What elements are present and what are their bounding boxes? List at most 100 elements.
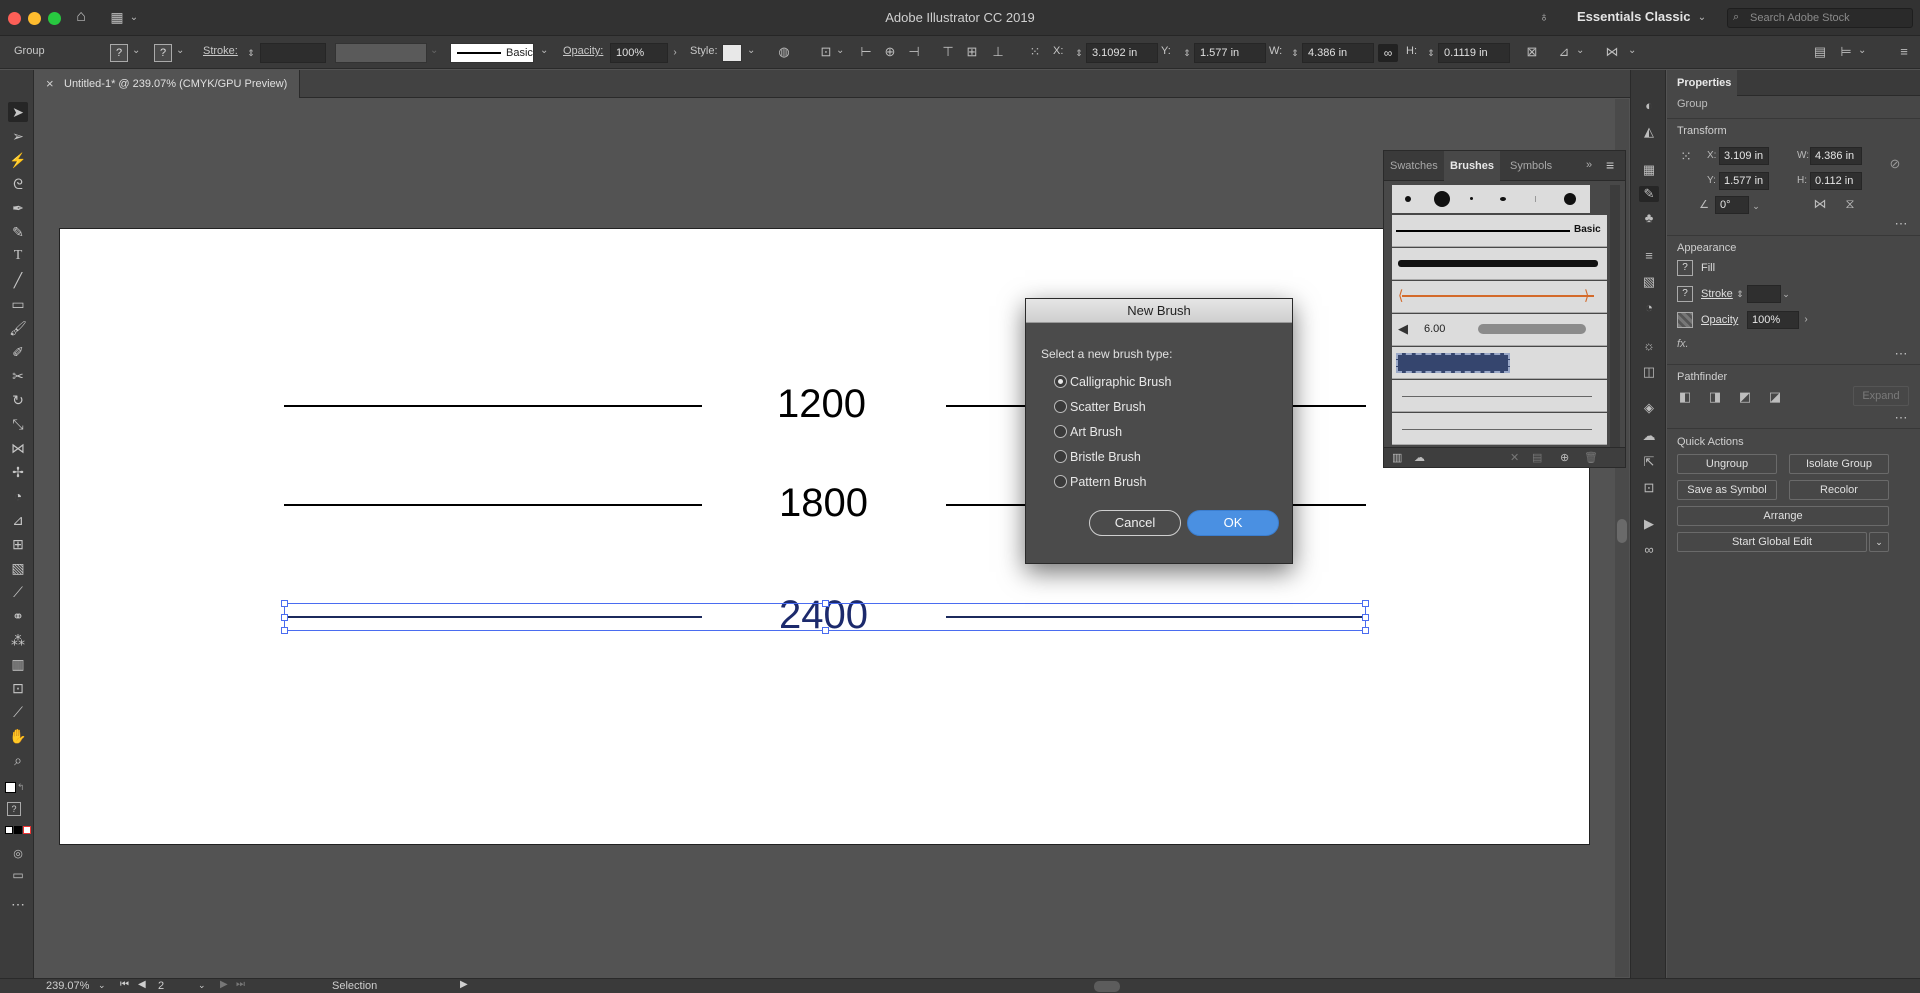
opacity-label[interactable]: Opacity: bbox=[563, 45, 603, 57]
shape-builder-icon[interactable]: ⊿ bbox=[1556, 44, 1572, 60]
brush-swatch[interactable] bbox=[1470, 197, 1473, 200]
color-mode-icon[interactable] bbox=[5, 826, 13, 834]
pattern-brush-option[interactable]: Pattern Brush bbox=[1026, 472, 1294, 494]
brush-swatch[interactable] bbox=[1564, 193, 1576, 205]
opacity-field[interactable]: 100% bbox=[610, 43, 668, 63]
eyedropper-tool-icon[interactable]: ⟋ bbox=[8, 582, 28, 602]
edit-toolbar-icon[interactable]: ⋯ bbox=[8, 894, 28, 914]
start-global-edit-button[interactable]: Start Global Edit bbox=[1677, 532, 1867, 552]
charcoal-brush-row[interactable] bbox=[1392, 248, 1607, 280]
chevron-down-icon[interactable]: ⌄ bbox=[176, 45, 184, 56]
scissors-tool-icon[interactable]: ✂ bbox=[8, 366, 28, 386]
arrange-documents-icon[interactable]: ▤ bbox=[1812, 44, 1828, 60]
minus-front-icon[interactable]: ◨ bbox=[1707, 389, 1723, 405]
brush-swatch[interactable] bbox=[1434, 191, 1450, 207]
search-box[interactable]: ⌕ Search Adobe Stock bbox=[1727, 8, 1913, 28]
line-tool-icon[interactable]: ╱ bbox=[8, 270, 28, 290]
label-1200[interactable]: 1200 bbox=[777, 382, 866, 427]
fill-stroke-swatch-icon[interactable]: ? bbox=[7, 802, 21, 816]
radio-calligraphic[interactable] bbox=[1054, 375, 1067, 388]
recolor-artwork-icon[interactable]: ◍ bbox=[776, 44, 792, 60]
align-bottom-icon[interactable]: ⊥ bbox=[990, 44, 1006, 60]
status-menu-icon[interactable]: ▶ bbox=[460, 979, 468, 990]
radio-pattern[interactable] bbox=[1054, 475, 1067, 488]
type-tool-icon[interactable]: T bbox=[8, 246, 28, 266]
align-right-icon[interactable]: ⊣ bbox=[906, 44, 922, 60]
tab-properties[interactable]: Properties bbox=[1667, 70, 1737, 96]
resize-handle[interactable] bbox=[822, 627, 829, 634]
scale-tool-icon[interactable]: ⤡ bbox=[8, 414, 28, 434]
chevron-down-icon[interactable]: ⌄ bbox=[747, 45, 755, 56]
graphic-styles-icon[interactable]: ◫ bbox=[1641, 364, 1657, 380]
transform-icon[interactable]: ⊡ bbox=[818, 44, 834, 60]
magic-wand-tool-icon[interactable]: ⚡ bbox=[8, 150, 28, 170]
libraries-panel-icon[interactable]: ☁ bbox=[1414, 451, 1425, 464]
scrollbar-thumb[interactable] bbox=[1617, 519, 1627, 543]
artboard[interactable]: 1200 1800 2400 bbox=[59, 228, 1590, 845]
zoom-tool-icon[interactable]: ⌕ bbox=[8, 750, 28, 770]
stepper-icon[interactable]: ⇕ bbox=[1182, 45, 1192, 61]
global-edit-options-button[interactable]: ⌄ bbox=[1869, 532, 1889, 552]
unite-icon[interactable]: ◧ bbox=[1677, 389, 1693, 405]
stroke-weight-field[interactable] bbox=[260, 43, 326, 63]
stepper-icon[interactable]: ⇕ bbox=[1074, 45, 1084, 61]
slice-tool-icon[interactable]: ⟋ bbox=[8, 702, 28, 722]
draw-mode-icon[interactable]: ◎ bbox=[8, 844, 28, 864]
hand-tool-icon[interactable]: ✋ bbox=[8, 726, 28, 746]
lasso-tool-icon[interactable]: ᘓ bbox=[8, 174, 28, 194]
pen-tool-icon[interactable]: ✒ bbox=[8, 198, 28, 218]
shaper-tool-icon[interactable]: ✐ bbox=[8, 342, 28, 362]
line-1200-left[interactable] bbox=[284, 405, 702, 407]
align-left-icon[interactable]: ⊢ bbox=[858, 44, 874, 60]
fill-color-icon[interactable] bbox=[5, 782, 16, 793]
stroke-label[interactable]: Stroke bbox=[1701, 288, 1733, 300]
direct-selection-tool-icon[interactable]: ➢ bbox=[8, 126, 28, 146]
collapse-panel-icon[interactable]: » bbox=[1586, 159, 1592, 171]
panel-menu-icon[interactable]: ≡ bbox=[1606, 157, 1614, 173]
gradient-tool-icon[interactable]: ▧ bbox=[8, 558, 28, 578]
brushes-scrollbar[interactable] bbox=[1610, 185, 1620, 447]
constrain-link-icon[interactable]: ⊘ bbox=[1887, 156, 1903, 172]
workspace-switcher[interactable]: Essentials Classic bbox=[1577, 9, 1690, 24]
brushes-panel-icon[interactable]: ✎ bbox=[1639, 186, 1659, 202]
chevron-down-icon[interactable]: ⌄ bbox=[1628, 45, 1636, 56]
tab-brushes-active[interactable]: Brushes bbox=[1444, 151, 1500, 181]
gradient-panel-icon[interactable]: ▧ bbox=[1641, 274, 1657, 290]
opacity-label[interactable]: Opacity bbox=[1701, 314, 1738, 326]
tab-swatches[interactable]: Swatches bbox=[1390, 160, 1438, 172]
rotate-angle-field[interactable]: 0° bbox=[1715, 196, 1749, 214]
pattern-brush-row[interactable] bbox=[1392, 347, 1607, 379]
screen-mode-icon[interactable]: ▭ bbox=[8, 865, 28, 885]
arrange-button[interactable]: Arrange bbox=[1677, 506, 1889, 526]
ungroup-button[interactable]: Ungroup bbox=[1677, 454, 1777, 474]
fill-swatch[interactable]: ? bbox=[1677, 260, 1693, 276]
brush-libraries-icon[interactable]: ▥ bbox=[1392, 451, 1402, 464]
opacity-field[interactable]: 100% bbox=[1747, 311, 1799, 329]
lightbulb-icon[interactable]: ♁ bbox=[1536, 9, 1552, 25]
resize-handle[interactable] bbox=[822, 600, 829, 607]
graphic-style-swatch[interactable] bbox=[722, 44, 742, 62]
resize-handle[interactable] bbox=[1362, 614, 1369, 621]
width-tool-icon[interactable]: ⋈ bbox=[8, 438, 28, 458]
curvature-tool-icon[interactable]: ✎ bbox=[8, 222, 28, 242]
libraries-icon[interactable]: ☁ bbox=[1641, 428, 1657, 444]
resize-handle[interactable] bbox=[281, 600, 288, 607]
transform-h-field[interactable]: 0.112 in bbox=[1810, 172, 1862, 190]
new-brush-icon[interactable]: ⊕ bbox=[1560, 451, 1569, 464]
zoom-level[interactable]: 239.07% bbox=[46, 980, 89, 992]
transform-y-field[interactable]: 1.577 in bbox=[1719, 172, 1769, 190]
horizontal-scrollbar-thumb[interactable] bbox=[1094, 981, 1120, 992]
chevron-down-icon[interactable]: ⌄ bbox=[132, 45, 140, 56]
align-top-icon[interactable]: ⊤ bbox=[940, 44, 956, 60]
artboard-tool-icon[interactable]: ⊡ bbox=[8, 678, 28, 698]
calligraphic-brush-option[interactable]: Calligraphic Brush bbox=[1026, 372, 1294, 394]
brush-definition-field[interactable]: Basic bbox=[450, 43, 534, 63]
resize-handle[interactable] bbox=[281, 627, 288, 634]
resize-handle[interactable] bbox=[1362, 627, 1369, 634]
resize-handle[interactable] bbox=[1362, 600, 1369, 607]
chevron-down-icon[interactable]: ⌄ bbox=[1781, 286, 1791, 302]
color-panel-icon[interactable]: ◐ bbox=[1641, 98, 1657, 114]
stepper-icon[interactable]: ⇕ bbox=[1290, 45, 1300, 61]
stroke-label[interactable]: Stroke: bbox=[203, 45, 238, 57]
shape-builder-tool-icon[interactable]: ◔ bbox=[8, 486, 28, 506]
